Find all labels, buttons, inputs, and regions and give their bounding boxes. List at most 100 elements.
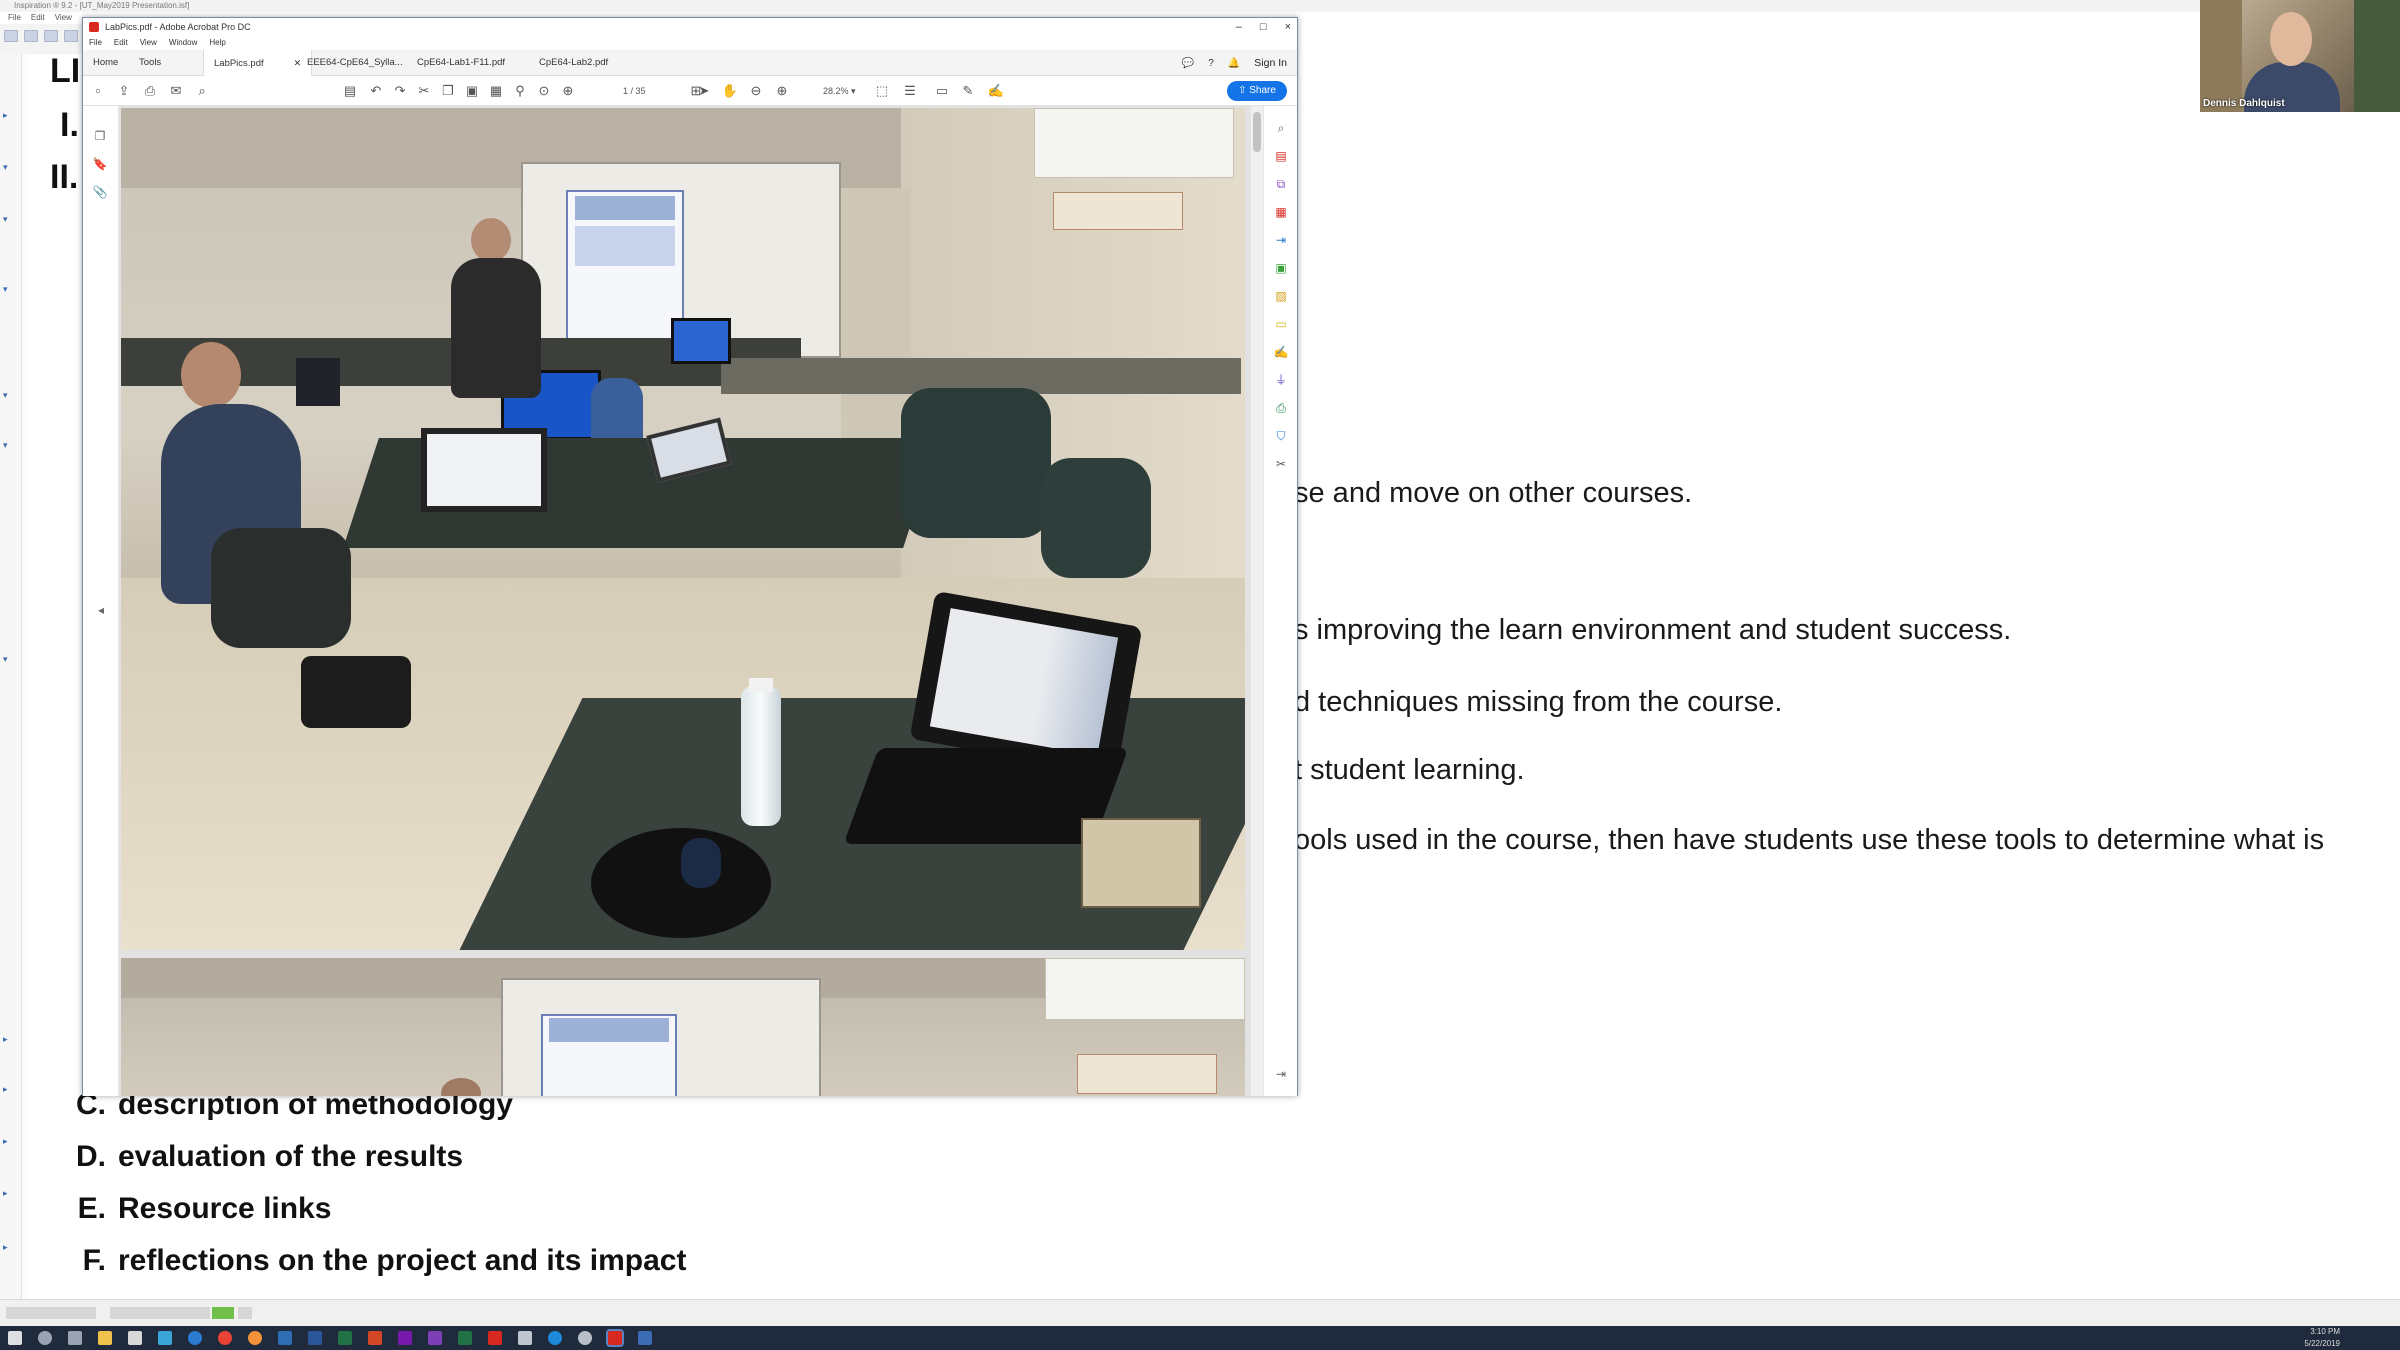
comment-tool-icon[interactable]: ▭ bbox=[1273, 316, 1289, 332]
document-scrollbar[interactable] bbox=[1251, 106, 1263, 1096]
zoom-search-icon[interactable]: ⌕ bbox=[1273, 120, 1289, 136]
outline-expand-icon[interactable]: ▸ bbox=[3, 1242, 15, 1252]
format-control[interactable] bbox=[238, 1307, 252, 1319]
print-production-icon[interactable]: ⎙ bbox=[1273, 400, 1289, 416]
outline-expand-icon[interactable]: ▾ bbox=[3, 654, 15, 664]
highlight-control[interactable] bbox=[212, 1307, 234, 1319]
outline-expand-icon[interactable]: ▸ bbox=[3, 1188, 15, 1198]
outlook-icon[interactable] bbox=[278, 1331, 292, 1345]
menu-edit[interactable]: Edit bbox=[114, 36, 128, 50]
webcam-video-thumbnail[interactable]: Dennis Dahlquist bbox=[2200, 0, 2400, 112]
highlight-pen-icon[interactable]: ✎ bbox=[959, 82, 977, 100]
create-pdf-icon[interactable]: ▤ bbox=[1273, 148, 1289, 164]
pinned-app-icon[interactable] bbox=[158, 1331, 172, 1345]
onenote-alt-icon[interactable] bbox=[428, 1331, 442, 1345]
tab-document[interactable]: CpE64-Lab2.pdf bbox=[539, 50, 608, 76]
fit-page-icon[interactable]: ⬚ bbox=[873, 82, 891, 100]
task-view-icon[interactable] bbox=[68, 1331, 82, 1345]
share-button[interactable]: ⇧ Share bbox=[1227, 81, 1287, 101]
excel-alt-icon[interactable] bbox=[458, 1331, 472, 1345]
bookmarks-icon[interactable]: 🔖 bbox=[92, 156, 108, 172]
zoom-control[interactable] bbox=[6, 1307, 96, 1319]
hand-tool-icon[interactable]: ✋ bbox=[721, 82, 739, 100]
menu-view[interactable]: View bbox=[55, 12, 72, 24]
tools-button[interactable] bbox=[64, 30, 78, 42]
zoom-level-dropdown[interactable]: 28.2% ▾ bbox=[823, 82, 856, 100]
menu-file[interactable]: File bbox=[8, 12, 21, 24]
find-binoculars-icon[interactable]: ⚲ bbox=[511, 82, 529, 100]
menu-window[interactable]: Window bbox=[169, 36, 197, 50]
help-icon[interactable]: ? bbox=[1208, 58, 1214, 69]
store-icon[interactable] bbox=[128, 1331, 142, 1345]
enhance-scans-icon[interactable]: ▧ bbox=[1273, 288, 1289, 304]
tab-home[interactable]: Home bbox=[93, 50, 118, 76]
previous-page-icon[interactable]: ⊙ bbox=[535, 82, 553, 100]
comment-icon[interactable]: 💬 bbox=[1182, 58, 1194, 69]
chrome-browser-icon[interactable] bbox=[218, 1331, 232, 1345]
export-pdf-icon[interactable]: ⇥ bbox=[1273, 232, 1289, 248]
organize-pages-icon[interactable]: ▣ bbox=[1273, 260, 1289, 276]
outline-expand-icon[interactable]: ▸ bbox=[3, 1034, 15, 1044]
email-icon[interactable]: ✉ bbox=[167, 82, 185, 100]
tab-document[interactable]: EEE64-CpE64_Sylla... bbox=[307, 50, 403, 76]
scrolling-mode-icon[interactable]: ☰ bbox=[901, 82, 919, 100]
clock-time[interactable]: 3:10 PM bbox=[2304, 1326, 2340, 1338]
menu-edit[interactable]: Edit bbox=[31, 12, 45, 24]
redo-icon[interactable]: ↷ bbox=[391, 82, 409, 100]
word-icon[interactable] bbox=[308, 1331, 322, 1345]
outline-expand-icon[interactable]: ▸ bbox=[3, 1136, 15, 1146]
more-tools-icon[interactable]: ✂ bbox=[1273, 456, 1289, 472]
sign-icon[interactable]: ✍ bbox=[987, 82, 1005, 100]
combine-files-icon[interactable]: ⧉ bbox=[1273, 176, 1289, 192]
tab-document[interactable]: CpE64-Lab1-F11.pdf bbox=[417, 50, 505, 76]
page-thumbnails-icon[interactable]: ❐ bbox=[92, 128, 108, 144]
zoom-in-icon[interactable]: ⊕ bbox=[773, 82, 791, 100]
screenshot-icon[interactable]: ▦ bbox=[487, 82, 505, 100]
edge-browser-icon[interactable] bbox=[188, 1331, 202, 1345]
add-comment-icon[interactable]: ▭ bbox=[933, 82, 951, 100]
sign-in-link[interactable]: Sign In bbox=[1254, 57, 1287, 69]
outline-expand-icon[interactable]: ▾ bbox=[3, 390, 15, 400]
search-icon[interactable]: ⌕ bbox=[193, 82, 211, 100]
undo-icon[interactable]: ↶ bbox=[367, 82, 385, 100]
maximize-button[interactable]: □ bbox=[1260, 18, 1267, 36]
outline-expand-icon[interactable]: ▾ bbox=[3, 440, 15, 450]
clock-date[interactable]: 5/22/2019 bbox=[2304, 1338, 2340, 1350]
diagram-view-button[interactable] bbox=[4, 30, 18, 42]
minimize-button[interactable]: – bbox=[1236, 18, 1242, 36]
outline-view-button[interactable] bbox=[24, 30, 38, 42]
settings-gear-icon[interactable] bbox=[518, 1331, 532, 1345]
search-icon[interactable] bbox=[38, 1331, 52, 1345]
scrollbar-thumb[interactable] bbox=[1253, 112, 1261, 152]
outline-expand-icon[interactable]: ▾ bbox=[3, 214, 15, 224]
expand-pane-icon[interactable]: ⇥ bbox=[1273, 1066, 1289, 1082]
select-cursor-icon[interactable]: ➤ bbox=[695, 82, 713, 100]
next-page-icon[interactable]: ⊕ bbox=[559, 82, 577, 100]
print-icon[interactable]: ⎙ bbox=[141, 82, 159, 100]
start-windows-icon[interactable] bbox=[8, 1331, 22, 1345]
collapse-pane-icon[interactable]: ◂ bbox=[93, 602, 109, 618]
notifications-bell-icon[interactable]: 🔔 bbox=[1228, 58, 1240, 69]
paste-icon[interactable]: ▣ bbox=[463, 82, 481, 100]
file-explorer-icon[interactable] bbox=[98, 1331, 112, 1345]
edit-pdf-icon[interactable]: ▦ bbox=[1273, 204, 1289, 220]
zoom-out-icon[interactable]: ⊖ bbox=[747, 82, 765, 100]
outline-expand-icon[interactable]: ▾ bbox=[3, 284, 15, 294]
acrobat-reader-icon[interactable] bbox=[488, 1331, 502, 1345]
menu-view[interactable]: View bbox=[140, 36, 157, 50]
attachments-icon[interactable]: 📎 bbox=[92, 184, 108, 200]
skype-icon[interactable] bbox=[548, 1331, 562, 1345]
tab-document-active[interactable]: LabPics.pdf ✕ bbox=[203, 50, 313, 76]
fill-sign-icon[interactable]: ✍ bbox=[1273, 344, 1289, 360]
format-controls[interactable] bbox=[110, 1307, 210, 1319]
page-number-field[interactable]: 1 / 35 bbox=[623, 82, 646, 100]
menu-file[interactable]: File bbox=[89, 36, 102, 50]
create-pdf-icon[interactable]: ▤ bbox=[341, 82, 359, 100]
close-button[interactable]: × bbox=[1285, 18, 1291, 36]
inspiration-app-icon[interactable] bbox=[638, 1331, 652, 1345]
pinned-app-icon[interactable] bbox=[578, 1331, 592, 1345]
outline-expand-icon[interactable]: ▾ bbox=[3, 162, 15, 172]
upload-icon[interactable]: ⇪ bbox=[115, 82, 133, 100]
outline-expand-icon[interactable]: ▸ bbox=[3, 110, 15, 120]
tab-close-icon[interactable]: ✕ bbox=[294, 58, 302, 68]
